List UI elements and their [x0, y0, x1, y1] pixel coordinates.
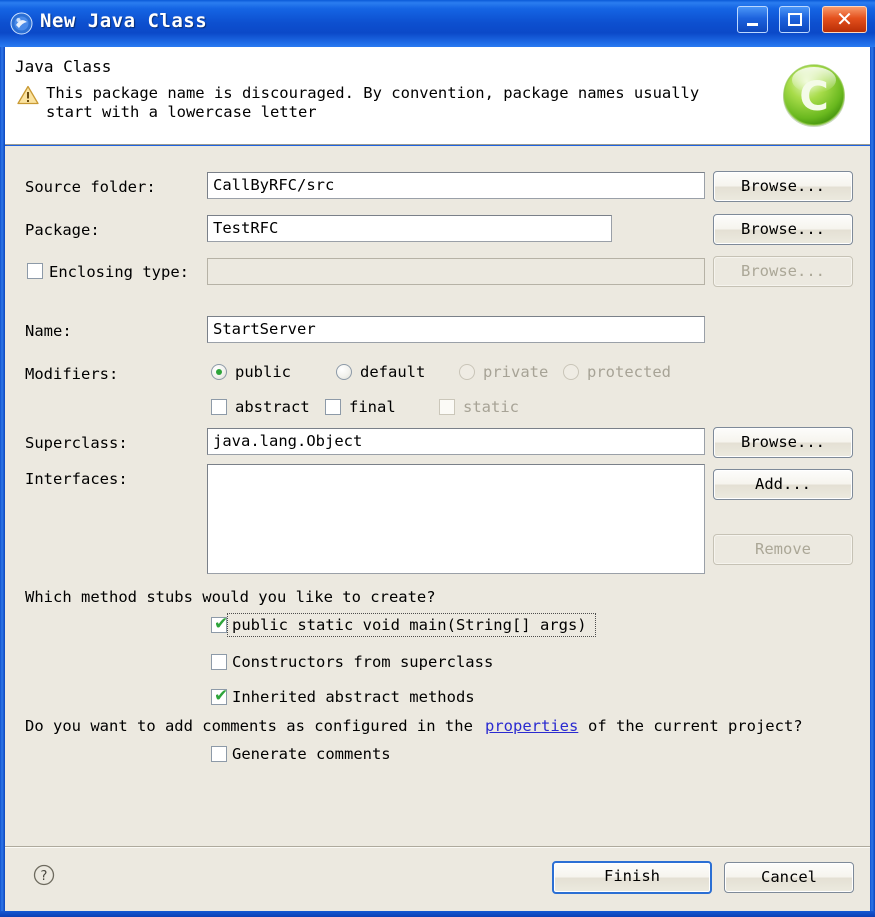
- method-stubs-question: Which method stubs would you like to cre…: [25, 588, 436, 606]
- cancel-button[interactable]: Cancel: [724, 862, 854, 893]
- modifier-radio-default[interactable]: [336, 364, 352, 380]
- properties-link[interactable]: properties: [485, 717, 578, 735]
- radio-selected-dot: [216, 369, 222, 375]
- modifier-radio-public[interactable]: [211, 364, 227, 380]
- source-folder-label: Source folder:: [25, 178, 156, 196]
- window-title: New Java Class: [40, 10, 208, 32]
- enclosing-type-browse-button: Browse...: [713, 256, 853, 287]
- name-label: Name:: [25, 322, 72, 340]
- interfaces-list[interactable]: [207, 464, 705, 574]
- eclipse-wizard-icon: [10, 12, 33, 35]
- interfaces-label: Interfaces:: [25, 470, 128, 488]
- new-java-class-dialog: New Java Class ✕ Java Class This package…: [0, 0, 875, 917]
- modifier-label-abstract[interactable]: abstract: [235, 398, 310, 416]
- enclosing-type-input[interactable]: [207, 258, 705, 285]
- enclosing-type-label: Enclosing type:: [49, 263, 189, 281]
- svg-text:C: C: [799, 74, 828, 120]
- modifier-label-private: private: [483, 363, 549, 381]
- modifier-radio-private: [459, 364, 475, 380]
- stub-checkbox-constructors[interactable]: [211, 654, 227, 670]
- warning-triangle-icon: [17, 85, 39, 105]
- interfaces-remove-button: Remove: [713, 534, 853, 565]
- minimize-icon: [746, 23, 758, 26]
- superclass-input[interactable]: java.lang.Object: [207, 428, 705, 455]
- stub-label-main[interactable]: public static void main(String[] args): [232, 616, 587, 634]
- source-folder-browse-button[interactable]: Browse...: [713, 171, 853, 202]
- modifier-checkbox-static: [439, 399, 455, 415]
- close-icon: ✕: [836, 7, 853, 31]
- modifier-checkbox-abstract[interactable]: [211, 399, 227, 415]
- wizard-warning-message: This package name is discouraged. By con…: [46, 84, 700, 121]
- modifiers-label: Modifiers:: [25, 365, 119, 383]
- comments-question-before: Do you want to add comments as configure…: [25, 717, 473, 735]
- stub-checkbox-inherited[interactable]: ✔: [211, 686, 229, 706]
- close-button[interactable]: ✕: [822, 6, 867, 33]
- package-label: Package:: [25, 221, 100, 239]
- package-browse-button[interactable]: Browse...: [713, 214, 853, 245]
- generate-comments-label[interactable]: Generate comments: [232, 745, 391, 763]
- comments-question-after: of the current project?: [588, 717, 803, 735]
- dialog-body: Source folder: CallByRFC/src Browse... P…: [5, 146, 870, 911]
- window-border-bottom: [0, 911, 875, 917]
- modifier-label-default[interactable]: default: [360, 363, 425, 381]
- maximize-button[interactable]: [779, 6, 811, 33]
- modifier-checkbox-final[interactable]: [325, 399, 341, 415]
- modifier-label-protected: protected: [587, 363, 671, 381]
- modifier-label-public[interactable]: public: [235, 363, 291, 381]
- stub-checkbox-main[interactable]: ✔: [211, 615, 228, 633]
- package-input[interactable]: TestRFC: [207, 215, 612, 242]
- green-c-logo: C: [783, 64, 845, 127]
- maximize-icon: [788, 13, 803, 26]
- stub-label-inherited[interactable]: Inherited abstract methods: [232, 688, 475, 706]
- source-folder-input[interactable]: CallByRFC/src: [207, 172, 705, 199]
- svg-text:?: ?: [41, 869, 48, 884]
- superclass-browse-button[interactable]: Browse...: [713, 427, 853, 458]
- minimize-button[interactable]: [736, 6, 768, 33]
- title-bar[interactable]: New Java Class ✕: [0, 0, 875, 47]
- modifier-label-final[interactable]: final: [349, 398, 396, 416]
- finish-button[interactable]: Finish: [552, 861, 712, 894]
- stub-label-constructors[interactable]: Constructors from superclass: [232, 653, 493, 671]
- enclosing-type-checkbox[interactable]: [27, 263, 43, 279]
- modifier-radio-protected: [563, 364, 579, 380]
- superclass-label: Superclass:: [25, 434, 128, 452]
- window-border-right: [870, 47, 875, 917]
- checkmark-icon: ✔: [214, 686, 229, 706]
- modifier-label-static: static: [463, 398, 519, 416]
- wizard-header: Java Class This package name is discoura…: [5, 47, 870, 145]
- help-question-icon[interactable]: ?: [33, 864, 55, 886]
- window-controls: ✕: [735, 6, 867, 38]
- interfaces-add-button[interactable]: Add...: [713, 469, 853, 500]
- wizard-page-title: Java Class: [15, 57, 112, 76]
- name-input[interactable]: StartServer: [207, 316, 705, 343]
- footer-separator: [5, 846, 870, 848]
- generate-comments-checkbox[interactable]: [211, 746, 227, 762]
